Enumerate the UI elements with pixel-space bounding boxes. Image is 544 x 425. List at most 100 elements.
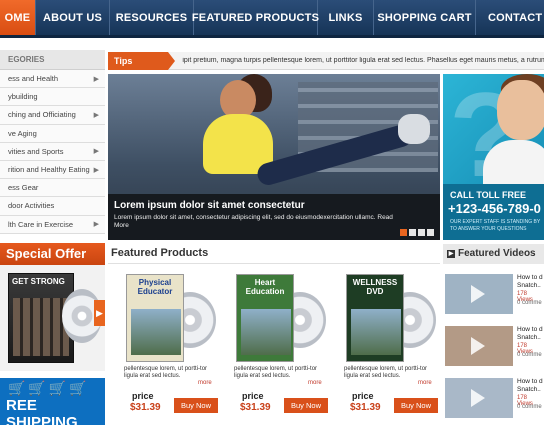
buy-now-button[interactable]: Buy Now: [284, 398, 328, 413]
video-title[interactable]: How to d Snatch..: [517, 326, 544, 342]
sidebar-category-label: rition and Healthy Eating: [8, 165, 90, 175]
product-description: pellentesque lorem, ut portti-tor ligula…: [234, 366, 318, 379]
sidebar-category-label: ybuilding: [8, 92, 38, 102]
sidebar-category-label: ching and Officiating: [8, 110, 76, 120]
nav-home[interactable]: OME: [0, 0, 36, 35]
video-thumbnail[interactable]: [445, 274, 513, 314]
chevron-right-icon: ▶: [93, 75, 99, 83]
call-toll-free-ad[interactable]: ? CALL TOLL FREE +123-456-789-0 OUR EXPE…: [443, 74, 544, 240]
product-card: Physical Educator pellentesque lorem, ut …: [116, 270, 220, 422]
sidebar-category-item[interactable]: door Activities: [0, 197, 105, 216]
product-cover-image[interactable]: Physical Educator: [126, 274, 184, 362]
shopping-cart-icons: 🛒🛒🛒🛒: [8, 380, 90, 396]
hero-title: Lorem ipsum dolor sit amet consectetur: [114, 200, 305, 211]
product-cover-photo: [131, 309, 181, 355]
sidebar-category-label: lth Care in Exercise: [8, 219, 74, 229]
price-label: price: [352, 391, 374, 401]
special-offer-title: Special Offer: [0, 243, 105, 265]
slider-dot[interactable]: [427, 229, 434, 236]
slider-pager: [400, 229, 434, 236]
sidebar-category-label: ess and Health: [8, 74, 59, 84]
free-shipping-banner[interactable]: 🛒🛒🛒🛒 REE SHIPPING: [0, 378, 105, 425]
play-icon: [471, 337, 485, 355]
featured-videos-section: ▶ Featured Videos How to d Snatch.. 178 V…: [443, 244, 544, 425]
sidebar-category-item[interactable]: vities and Sports ▶: [0, 142, 105, 161]
chevron-right-icon: ▶: [93, 111, 99, 119]
slider-dot[interactable]: [418, 229, 425, 236]
nav-resources[interactable]: RESOURCES: [110, 0, 194, 35]
slider-dot[interactable]: [400, 229, 407, 236]
buy-now-button[interactable]: Buy Now: [174, 398, 218, 413]
dvd-cover-image: [13, 298, 69, 356]
special-offer-next-arrow[interactable]: ▶: [94, 300, 105, 326]
slider-dot[interactable]: [409, 229, 416, 236]
video-item[interactable]: How to d Snatch.. 178 Views 0 comme: [443, 322, 544, 370]
video-title[interactable]: How to d Snatch..: [517, 378, 544, 394]
product-cover-photo: [351, 309, 401, 355]
product-card: WELLNESS DVD pellentesque lorem, ut portt…: [336, 270, 440, 422]
product-more-link[interactable]: more: [418, 380, 432, 386]
dvd-title: GET STRONG: [12, 277, 65, 286]
sidebar-category-label: ess Gear: [8, 183, 39, 193]
product-card: Heart Education pellentesque lorem, ut po…: [226, 270, 330, 422]
hero-text[interactable]: Lorem ipsum dolor sit amet, consectetur …: [114, 214, 394, 230]
categories-heading: EGORIES: [0, 50, 105, 70]
buy-now-button[interactable]: Buy Now: [394, 398, 438, 413]
sidebar-category-item[interactable]: ybuilding: [0, 88, 105, 107]
sidebar-category-label: door Activities: [8, 201, 55, 211]
product-cover-photo: [241, 309, 291, 355]
sidebar-category-label: ve Aging: [8, 128, 37, 138]
featured-videos-title: Featured Videos: [458, 248, 536, 259]
tips-ticker: Tips Ticker ipit pretium, magna turpis p…: [108, 51, 544, 84]
tips-ticker-label: Tips Ticker: [108, 51, 176, 84]
category-list: ess and Health ▶ ybuilding ching and Offici…: [0, 70, 105, 234]
video-thumbnail[interactable]: [445, 326, 513, 366]
chevron-right-icon: ▶: [93, 148, 99, 156]
video-comments[interactable]: 0 comme: [517, 352, 542, 358]
sidebar-category-label: vities and Sports: [8, 146, 64, 156]
product-more-link[interactable]: more: [198, 380, 212, 386]
hero-slider[interactable]: Lorem ipsum dolor sit amet consectetur L…: [108, 74, 440, 240]
chevron-right-icon: ▶: [93, 166, 99, 174]
free-shipping-text: REE SHIPPING: [6, 397, 78, 425]
price-label: price: [242, 391, 264, 401]
nav-links[interactable]: LINKS: [318, 0, 374, 35]
phone-number[interactable]: +123-456-789-0: [448, 201, 541, 216]
video-item[interactable]: How to d Snatch.. 178 Views 0 comme: [443, 270, 544, 318]
support-agent-image: [497, 80, 544, 140]
featured-videos-title-bar: ▶ Featured Videos: [443, 244, 544, 264]
hero-shoe: [398, 114, 430, 144]
call-subtext: OUR EXPERT STAFF IS STANDING BY TO ANSWE…: [450, 219, 541, 232]
nav-shopping-cart[interactable]: SHOPPING CART: [374, 0, 476, 35]
tips-ticker-text[interactable]: ipit pretium, magna turpis pellentesque …: [168, 57, 544, 64]
special-offer-panel[interactable]: GET STRONG: [0, 265, 105, 371]
sidebar-category-item[interactable]: ess Gear: [0, 179, 105, 198]
video-item[interactable]: How to d Snatch.. 178 Views 0 comme: [443, 374, 544, 422]
sidebar-category-item[interactable]: lth Care in Exercise ▶: [0, 215, 105, 234]
video-thumbnail[interactable]: [445, 378, 513, 418]
sidebar-category-item[interactable]: rition and Healthy Eating ▶: [0, 160, 105, 180]
product-cover-image[interactable]: WELLNESS DVD: [346, 274, 404, 362]
nav-contact-us[interactable]: CONTACT U: [476, 0, 544, 35]
product-cover-title: Heart Education: [245, 278, 285, 296]
main-nav: OME ABOUT US RESOURCES FEATURED PRODUCTS…: [0, 0, 544, 38]
featured-products-section: Featured Products Physical Educator pelle…: [108, 244, 440, 425]
video-comments[interactable]: 0 comme: [517, 300, 542, 306]
product-more-link[interactable]: more: [308, 380, 322, 386]
sidebar-category-item[interactable]: ve Aging: [0, 124, 105, 143]
category-sidebar: EGORIES ess and Health ▶ ybuilding ching an…: [0, 50, 105, 234]
nav-featured-products[interactable]: FEATURED PRODUCTS: [192, 0, 319, 35]
nav-about-us[interactable]: ABOUT US: [36, 0, 110, 35]
sidebar-category-item[interactable]: ess and Health ▶: [0, 70, 105, 89]
price-label: price: [132, 391, 154, 401]
sidebar-category-item[interactable]: ching and Officiating ▶: [0, 106, 105, 125]
video-comments[interactable]: 0 comme: [517, 404, 542, 410]
product-cover-image[interactable]: Heart Education: [236, 274, 294, 362]
featured-products-title: Featured Products: [108, 244, 440, 264]
hero-caption: Lorem ipsum dolor sit amet consectetur L…: [108, 194, 440, 240]
product-description: pellentesque lorem, ut portti-tor ligula…: [344, 366, 428, 379]
play-icon: ▶: [447, 250, 455, 258]
product-price: $31.39: [350, 402, 381, 413]
video-title[interactable]: How to d Snatch..: [517, 274, 544, 290]
play-icon: [471, 389, 485, 407]
